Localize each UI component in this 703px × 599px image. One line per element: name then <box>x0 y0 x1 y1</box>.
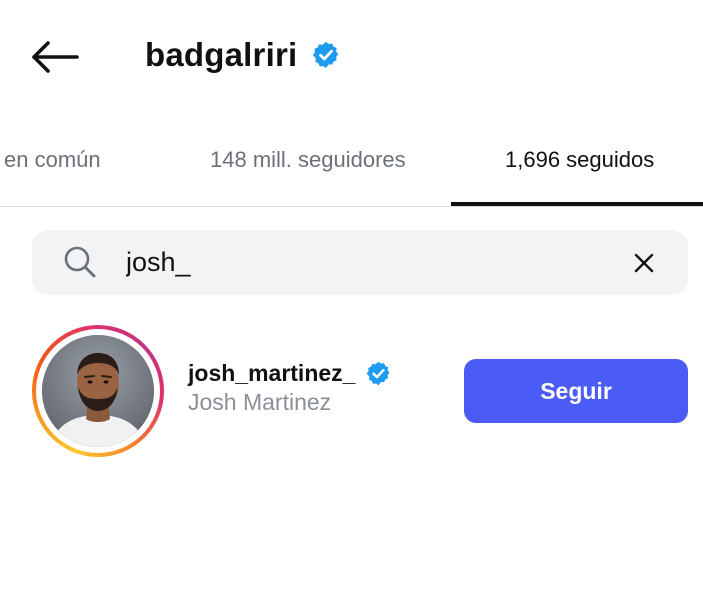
result-username[interactable]: josh_martinez_ <box>188 360 355 387</box>
result-username-row[interactable]: josh_martinez_ <box>188 356 392 390</box>
profile-header: badgalriri <box>145 32 341 78</box>
result-full-name: Josh Martinez <box>188 389 332 415</box>
clear-search-button[interactable] <box>628 247 660 279</box>
tab-followers[interactable]: 148 mill. seguidores <box>210 140 406 180</box>
tab-mutual[interactable]: en común <box>4 140 101 180</box>
follow-button[interactable]: Seguir <box>464 359 688 423</box>
tabs-divider <box>0 206 703 207</box>
tab-following-label: 1,696 seguidos <box>505 147 655 172</box>
tab-following[interactable]: 1,696 seguidos <box>505 140 654 180</box>
verified-badge-icon <box>313 41 339 69</box>
tab-mutual-label: en común <box>4 147 101 172</box>
verified-badge-icon <box>367 361 390 385</box>
search-icon <box>64 246 96 278</box>
search-input[interactable] <box>126 242 596 282</box>
active-tab-indicator <box>451 202 703 206</box>
arrow-left-icon <box>32 41 79 73</box>
close-icon <box>634 253 654 273</box>
page-title: badgalriri <box>145 36 298 73</box>
back-button[interactable] <box>22 30 88 84</box>
avatar-photo <box>42 335 154 447</box>
avatar[interactable] <box>42 335 154 447</box>
tab-followers-label: 148 mill. seguidores <box>210 147 406 172</box>
